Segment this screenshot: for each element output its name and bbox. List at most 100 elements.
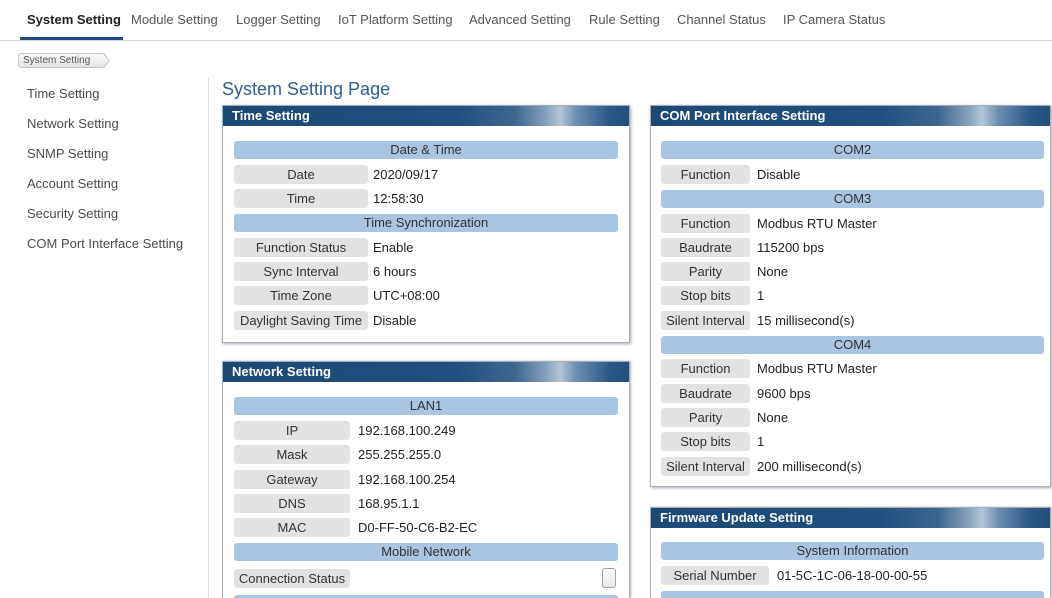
row-label: Baudrate — [661, 237, 750, 257]
firmware-update-panel: Firmware Update Setting System Informati… — [650, 507, 1051, 598]
row-value: 192.168.100.249 — [358, 422, 456, 438]
row-value: 15 millisecond(s) — [757, 312, 855, 328]
sidebar-item-time-setting[interactable]: Time Setting — [27, 86, 100, 102]
tab-advanced-setting[interactable]: Advanced Setting — [469, 12, 571, 28]
row-label: MAC — [234, 518, 350, 538]
row-value: Modbus RTU Master — [757, 361, 877, 377]
row-value: D0-FF-50-C6-B2-EC — [358, 520, 478, 536]
row-time-zone: Time Zone UTC+08:00 — [234, 284, 618, 308]
section-row: Mobile Network — [234, 540, 618, 564]
row-mac: MAC D0-FF-50-C6-B2-EC — [234, 515, 618, 539]
row-value: 168.95.1.1 — [358, 495, 420, 511]
row-label: Connection Status — [234, 568, 350, 588]
row-label: Silent Interval — [661, 456, 750, 476]
sidebar-item-com-port-interface-setting[interactable]: COM Port Interface Setting — [27, 236, 183, 252]
row-value: UTC+08:00 — [373, 288, 440, 304]
section-row: System Information — [661, 539, 1044, 563]
row-value: 2020/09/17 — [373, 166, 439, 182]
row-label: Baudrate — [661, 383, 750, 403]
time-setting-panel: Time Setting Date & Time Date 2020/09/17… — [222, 105, 630, 343]
section-header-lan1: LAN1 — [234, 397, 618, 416]
row-value: 9600 bps — [757, 385, 811, 401]
row-ip: IP 192.168.100.249 — [234, 418, 618, 442]
network-setting-panel: Network Setting LAN1 IP 192.168.100.249 … — [222, 361, 630, 598]
row-com3-silent-interval: Silent Interval 15 millisecond(s) — [661, 308, 1044, 332]
page-title: System Setting Page — [222, 79, 391, 99]
row-label: Time Zone — [234, 286, 368, 306]
section-header-mobile-network: Mobile Network — [234, 542, 618, 561]
panel-title: Network Setting — [223, 362, 629, 382]
tab-ip-camera-status[interactable]: IP Camera Status — [783, 12, 885, 28]
section-header-com2: COM2 — [661, 141, 1044, 160]
row-value: None — [757, 409, 789, 425]
row-value: 255.255.255.0 — [358, 447, 442, 463]
row-mask: Mask 255.255.255.0 — [234, 443, 618, 467]
row-com3-stop-bits: Stop bits 1 — [661, 284, 1044, 308]
row-value: Disable — [757, 166, 801, 182]
row-com4-baudrate: Baudrate 9600 bps — [661, 381, 1044, 405]
row-label: Date — [234, 164, 368, 184]
tab-logger-setting[interactable]: Logger Setting — [236, 12, 321, 28]
row-value: None — [757, 264, 789, 280]
tab-system-setting[interactable]: System Setting — [27, 12, 121, 28]
panel-body: COM2 Function Disable COM3 Function Modb… — [651, 126, 1050, 478]
row-dns: DNS 168.95.1.1 — [234, 491, 618, 515]
sidebar-item-security-setting[interactable]: Security Setting — [27, 206, 118, 222]
com-port-interface-panel: COM Port Interface Setting COM2 Function… — [650, 105, 1051, 487]
row-value: 6 hours — [373, 264, 417, 280]
row-label: Silent Interval — [661, 310, 750, 330]
tab-module-setting[interactable]: Module Setting — [131, 12, 218, 28]
section-row: LAN1 — [234, 394, 618, 418]
row-label: Stop bits — [661, 432, 750, 452]
breadcrumb: System Setting — [18, 53, 110, 68]
tab-channel-status[interactable]: Channel Status — [677, 12, 766, 28]
row-label: Time — [234, 189, 368, 209]
row-label: DNS — [234, 493, 350, 513]
row-label: Function — [661, 164, 750, 184]
row-value: 12:58:30 — [373, 191, 424, 207]
row-date: Date 2020/09/17 — [234, 162, 618, 186]
connection-status-indicator — [602, 568, 616, 589]
section-row: Date & Time — [234, 138, 618, 162]
row-label: Parity — [661, 262, 750, 282]
breadcrumb-item-system-setting[interactable]: System Setting — [19, 54, 109, 67]
row-label: Function — [661, 213, 750, 233]
row-connection-status: Connection Status — [234, 564, 618, 592]
row-value: 115200 bps — [757, 239, 824, 255]
sidebar-item-snmp-setting[interactable]: SNMP Setting — [27, 146, 108, 162]
tab-iot-platform-setting[interactable]: IoT Platform Setting — [338, 12, 453, 28]
sidebar-item-network-setting[interactable]: Network Setting — [27, 116, 119, 132]
row-label: Daylight Saving Time — [234, 310, 368, 330]
row-label: IP — [234, 420, 350, 440]
row-label: Stop bits — [661, 286, 750, 306]
row-value: 1 — [757, 288, 765, 304]
sidebar-item-account-setting[interactable]: Account Setting — [27, 176, 118, 192]
row-com4-function: Function Modbus RTU Master — [661, 357, 1044, 381]
row-com4-silent-interval: Silent Interval 200 millisecond(s) — [661, 454, 1044, 478]
row-com2-function: Function Disable — [661, 162, 1044, 186]
row-value: 200 millisecond(s) — [757, 458, 862, 474]
tab-rule-setting[interactable]: Rule Setting — [589, 12, 660, 28]
row-com4-parity: Parity None — [661, 405, 1044, 429]
sidebar-divider — [208, 78, 209, 598]
section-row: COM4 — [661, 332, 1044, 356]
row-label: Serial Number — [661, 565, 769, 585]
row-value: 1 — [757, 434, 765, 450]
active-tab-indicator — [20, 37, 123, 40]
row-com3-baudrate: Baudrate 115200 bps — [661, 235, 1044, 259]
row-value: Disable — [373, 312, 417, 328]
panel-title: COM Port Interface Setting — [651, 106, 1050, 126]
section-header-clipped — [661, 590, 1044, 598]
row-sync-interval: Sync Interval 6 hours — [234, 259, 618, 283]
section-header-date-time: Date & Time — [234, 141, 618, 160]
panel-body: System Information Serial Number 01-5C-1… — [651, 528, 1050, 598]
row-function-status: Function Status Enable — [234, 235, 618, 259]
row-label: Function — [661, 359, 750, 379]
row-value: Modbus RTU Master — [757, 215, 877, 231]
row-value: 192.168.100.254 — [358, 471, 456, 487]
row-value: 01-5C-1C-06-18-00-00-55 — [777, 567, 928, 583]
section-row — [234, 592, 618, 598]
row-value: Enable — [373, 239, 414, 255]
row-time: Time 12:58:30 — [234, 187, 618, 211]
row-gateway: Gateway 192.168.100.254 — [234, 467, 618, 491]
